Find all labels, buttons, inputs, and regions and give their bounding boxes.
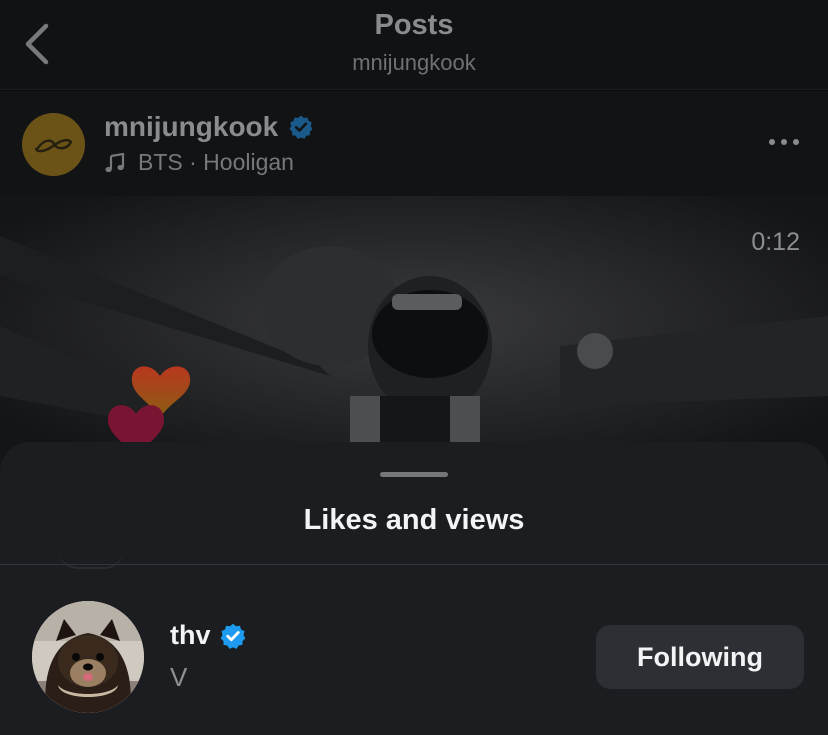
- pomeranian-avatar-image: [32, 601, 144, 713]
- screen: Posts mnijungkook mnijungkook BTS · Hool…: [0, 0, 828, 735]
- video-timecode: 0:12: [751, 228, 800, 256]
- verified-badge-icon: [289, 115, 313, 139]
- scrolled-row-edge: [58, 549, 124, 569]
- post-author-avatar[interactable]: [22, 113, 85, 176]
- sheet-title: Likes and views: [303, 504, 525, 536]
- top-nav: Posts mnijungkook: [0, 0, 828, 90]
- user-name[interactable]: thv: [170, 620, 247, 651]
- avatar-logo-icon: [34, 138, 73, 153]
- post-author-name: mnijungkook: [104, 111, 279, 142]
- likes-views-sheet: Likes and views thv V Following: [0, 442, 828, 735]
- post-video-frame: [0, 196, 828, 476]
- user-display-name: V: [170, 662, 188, 692]
- user-name-label: thv: [170, 620, 211, 650]
- list-item[interactable]: thv V Following: [0, 592, 828, 722]
- music-note-icon: [105, 152, 125, 172]
- post-music-label: BTS · Hooligan: [138, 149, 294, 175]
- page-title: Posts: [374, 9, 454, 41]
- verified-badge-icon: [220, 623, 245, 649]
- page-subtitle: mnijungkook: [352, 50, 476, 75]
- post-header: mnijungkook BTS · Hooligan: [0, 91, 828, 196]
- post-music-info[interactable]: BTS · Hooligan: [104, 149, 294, 176]
- following-button[interactable]: Following: [596, 625, 804, 689]
- post-media[interactable]: 0:12: [0, 196, 828, 476]
- sheet-grabber[interactable]: [380, 472, 448, 477]
- avatar[interactable]: [32, 601, 144, 713]
- sheet-divider: [0, 564, 828, 565]
- more-options-icon[interactable]: [768, 135, 800, 149]
- post-author[interactable]: mnijungkook: [104, 111, 314, 143]
